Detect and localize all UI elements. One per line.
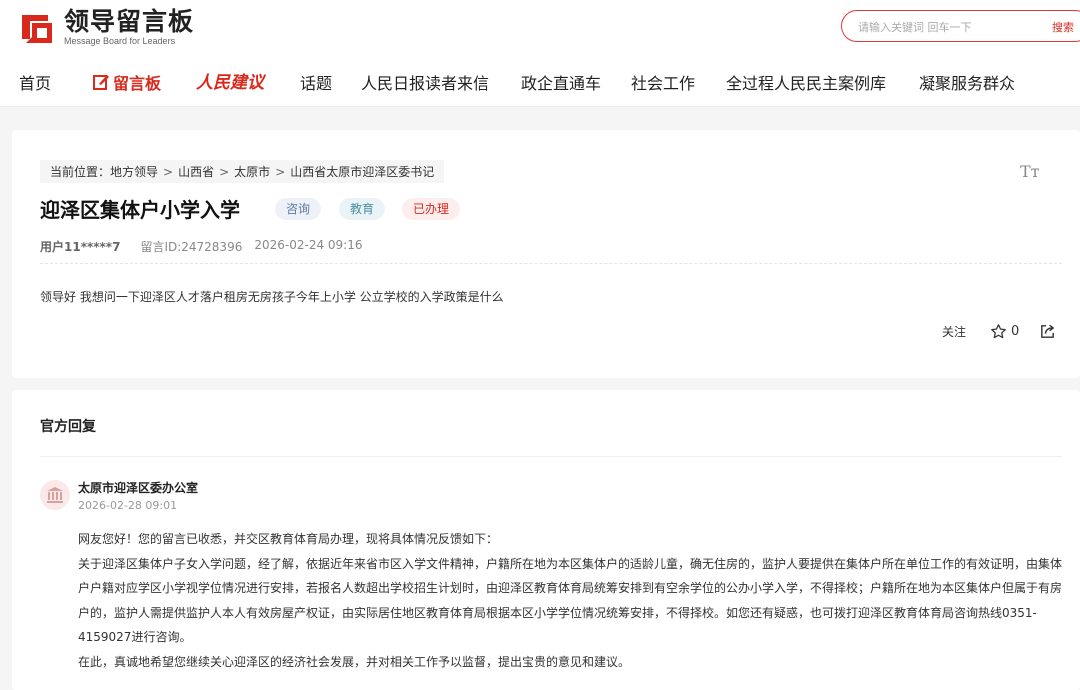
font-size-icon[interactable]: Tт — [1020, 162, 1040, 181]
breadcrumb-item[interactable]: 太原市 — [234, 163, 270, 180]
nav-democracy-cases[interactable]: 全过程人民民主案例库 — [726, 70, 886, 94]
logo-subtitle: Message Board for Leaders — [64, 36, 176, 46]
site-header: 领导留言板 Message Board for Leaders 搜索 首页 留言… — [0, 0, 1080, 107]
breadcrumb-separator: > — [219, 164, 230, 179]
avatar — [40, 480, 70, 510]
nav-message-board-label: 留言板 — [113, 74, 162, 93]
like-button[interactable]: 0 — [990, 323, 1019, 340]
search-button[interactable]: 搜索 — [1052, 19, 1074, 35]
message-card: 当前位置： 地方领导 > 山西省 > 太原市 > 山西省太原市迎泽区委书记 Tт… — [12, 130, 1080, 378]
message-meta: 用户11*****7 留言ID:24728396 2026-02-24 09:1… — [40, 238, 362, 255]
breadcrumb-label: 当前位置： — [50, 165, 111, 179]
star-icon — [991, 324, 1006, 339]
status-badge: 已办理 — [402, 198, 461, 220]
nav-people-suggestion[interactable]: 人民建议 — [196, 68, 264, 93]
reply-section-title: 官方回复 — [40, 419, 96, 435]
like-count: 0 — [1011, 324, 1020, 339]
message-actions: 关注 0 — [942, 323, 1056, 340]
reply-paragraph: 关于迎泽区集体户子女入学问题，经了解，依据近年来省市区入学文件精神，户籍所在地为… — [78, 556, 1063, 645]
official-reply-card: 官方回复 太原市迎泽区委办公室 2026-02-28 09:01 网友您好！您的… — [12, 390, 1080, 690]
message-datetime: 2026-02-24 09:16 — [254, 238, 363, 252]
reply-paragraph: 网友您好！您的留言已收悉，并交区教育体育局办理，现将具体情况反馈如下： — [78, 532, 499, 546]
nav-message-board[interactable]: 留言板 — [92, 70, 161, 94]
reply-datetime: 2026-02-28 09:01 — [78, 499, 178, 512]
nav-enterprise[interactable]: 政企直通车 — [521, 70, 601, 94]
follow-button[interactable]: 关注 — [942, 323, 966, 340]
breadcrumb-item[interactable]: 山西省太原市迎泽区委书记 — [290, 163, 434, 180]
breadcrumb: 当前位置： 地方领导 > 山西省 > 太原市 > 山西省太原市迎泽区委书记 — [40, 160, 445, 183]
breadcrumb-item[interactable]: 山西省 — [178, 163, 214, 180]
breadcrumb-separator: > — [275, 164, 286, 179]
share-icon — [1041, 324, 1055, 338]
nav-serve-public[interactable]: 凝聚服务群众 — [919, 70, 1015, 94]
edit-icon — [93, 75, 109, 90]
message-id: 留言ID:24728396 — [140, 240, 243, 254]
nav-social-work[interactable]: 社会工作 — [631, 70, 695, 94]
nav-topics[interactable]: 话题 — [300, 70, 332, 94]
divider — [40, 263, 1062, 264]
reply-body: 网友您好！您的留言已收悉，并交区教育体育局办理，现将具体情况反馈如下： 关于迎泽… — [78, 527, 1064, 674]
message-user: 用户11*****7 — [40, 240, 121, 254]
breadcrumb-item[interactable]: 地方领导 — [110, 163, 158, 180]
logo-title: 领导留言板 — [64, 7, 195, 36]
tag-education: 教育 — [339, 198, 386, 220]
government-building-icon — [47, 487, 63, 503]
logo-icon — [18, 9, 56, 47]
search-input[interactable] — [856, 17, 1020, 37]
share-button[interactable] — [1039, 323, 1056, 340]
nav-reader-letters[interactable]: 人民日报读者来信 — [361, 70, 489, 94]
reply-paragraph: 在此，真诚地希望您继续关心迎泽区的经济社会发展，并对相关工作予以监督，提出宝贵的… — [78, 654, 631, 669]
tag-consult: 咨询 — [275, 198, 322, 220]
message-content: 领导好 我想问一下迎泽区人才落户租房无房孩子今年上小学 公立学校的入学政策是什么 — [40, 290, 504, 304]
site-logo[interactable]: 领导留言板 Message Board for Leaders — [18, 8, 194, 47]
divider — [40, 456, 1062, 457]
nav-home[interactable]: 首页 — [19, 70, 51, 94]
search-box: 搜索 — [841, 10, 1080, 42]
message-title: 迎泽区集体户小学入学 — [40, 198, 240, 222]
breadcrumb-separator: > — [163, 164, 174, 179]
reply-office: 太原市迎泽区委办公室 — [78, 481, 199, 495]
